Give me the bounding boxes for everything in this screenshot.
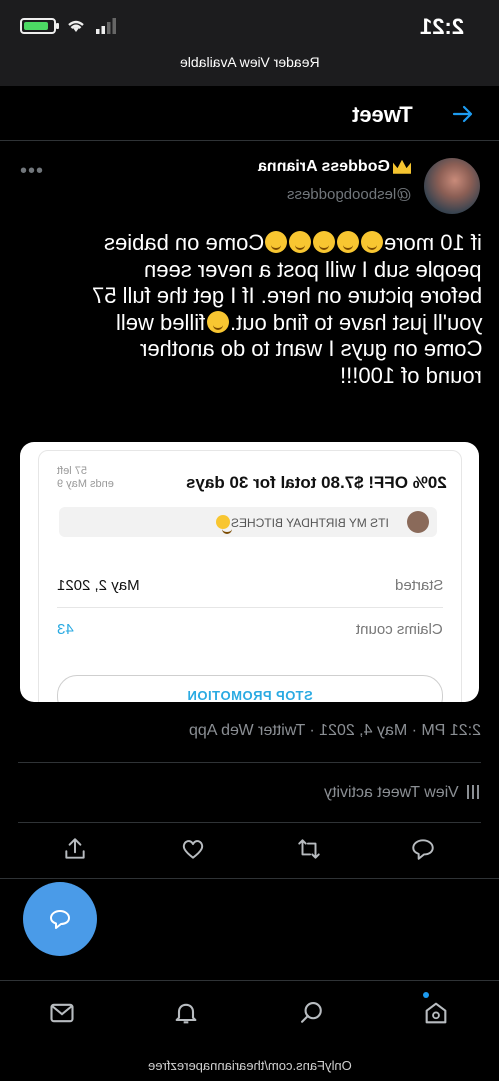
claims-label: Claims count: [356, 621, 443, 638]
share-icon[interactable]: [62, 836, 88, 862]
signal-icon: [96, 18, 116, 34]
avatar[interactable]: [424, 158, 480, 214]
arrow-right-icon[interactable]: [451, 102, 475, 126]
compose-reply-icon: [50, 910, 70, 929]
divider: [0, 878, 499, 879]
status-bar: 2:21: [0, 0, 499, 50]
offer-title-text: 20% OFF! $7.80 total for 30 days: [186, 473, 447, 492]
smiling-face-with-hearts-emoji-icon: [216, 515, 233, 534]
tweet-header: Tweet: [0, 86, 499, 141]
mail-icon[interactable]: [48, 999, 76, 1027]
offer-title: 20% OFF! $7.80 total for 30 days: [186, 473, 447, 493]
author-handle-row[interactable]: @lesboobgoddess: [287, 186, 411, 203]
partying-face-emoji-icon: [361, 231, 384, 253]
tweet-line: before picture on here. If I get the ful…: [16, 283, 482, 310]
tweet-line-text: if 10 more: [384, 230, 482, 255]
tweet-line: Come on babies if 10 more: [16, 230, 482, 257]
watermark-url-text: OnlyFans.com/theariannaperezfree: [147, 1058, 352, 1073]
tweet-line-text: Come on babies: [103, 230, 265, 255]
attached-image-card[interactable]: 57 left ends May 9 20% OFF! $7.80 total …: [20, 442, 479, 702]
promotion-message: ITS MY BIRTHDAY BITCHES: [59, 507, 437, 537]
claims-row: Claims count 43: [57, 607, 443, 651]
author-handle: @lesboobgoddess: [286, 186, 411, 203]
more-dots-icon[interactable]: •••: [20, 160, 44, 183]
promotion-avatar: [407, 511, 429, 533]
tweet-line: round of 100!!!: [16, 363, 482, 390]
offer-meta: 57 left ends May 9: [57, 465, 114, 491]
promotion-message-line: ITS MY BIRTHDAY BITCHES: [215, 515, 389, 534]
tweet-line-text: filled well: [116, 309, 206, 335]
view-tweet-activity-link[interactable]: View Tweet activity: [324, 784, 481, 802]
tweet-line-text: Come on guys I want to do another: [139, 336, 482, 361]
tweet-line-text: people sub I will post a never seen: [144, 256, 482, 282]
offer-end-date: ends May 9: [57, 478, 114, 490]
search-icon[interactable]: [298, 999, 326, 1027]
bell-icon[interactable]: [172, 999, 200, 1027]
tweet-line: Come on guys I want to do another: [16, 336, 482, 363]
view-tweet-activity-label: View Tweet activity: [324, 784, 459, 801]
tweet-line: people sub I will post a never seen: [16, 257, 482, 284]
page-title: Tweet: [352, 102, 413, 127]
crown-emoji-icon: [393, 159, 411, 174]
offer-left-count: 57 left: [57, 465, 87, 477]
heart-icon[interactable]: [180, 836, 206, 862]
tweet-line-text: round of 100!!!: [340, 362, 482, 388]
status-icons: [20, 18, 118, 34]
divider: [18, 762, 481, 763]
promotion-message-text: ITS MY BIRTHDAY BITCHES: [231, 516, 389, 530]
smiling-face-emoji-icon: [206, 310, 229, 333]
notification-dot: [423, 992, 429, 998]
status-time: 2:21: [420, 14, 465, 39]
reply-icon[interactable]: [410, 836, 436, 862]
divider: [18, 822, 481, 823]
claims-value: 43: [57, 621, 74, 638]
retweet-icon[interactable]: [296, 836, 322, 862]
promotion-panel: 57 left ends May 9 20% OFF! $7.80 total …: [38, 450, 462, 702]
author-name: Goddess Arianna: [258, 158, 390, 175]
started-label: Started: [394, 577, 443, 594]
smiling-face-with-hearts-emoji-icon: [313, 231, 336, 253]
author-name-row[interactable]: Goddess Arianna: [258, 158, 411, 176]
stop-promotion-label: STOP PROMOTION: [187, 688, 313, 702]
compose-reply-button[interactable]: [23, 882, 97, 956]
bar-chart-icon: [467, 785, 481, 799]
watermark-url: OnlyFans.com/theariannaperezfree: [0, 1058, 499, 1073]
smiling-face-with-hearts-emoji-icon: [337, 231, 360, 253]
home-icon[interactable]: [422, 999, 450, 1027]
tweet-line: filled well you'll just have to find out.: [16, 310, 482, 337]
stop-promotion-button[interactable]: STOP PROMOTION: [57, 675, 443, 702]
smiling-face-with-hearts-emoji-icon: [289, 231, 312, 253]
tweet-timestamp: 2:21 PM · May 4, 2021 · Twitter Web App: [189, 722, 481, 740]
tweet-body: Come on babies if 10 more people sub I wi…: [16, 230, 482, 389]
tweet-line-text: before picture on here. If I get the ful…: [91, 283, 482, 308]
tweet-actions: [0, 836, 499, 876]
tweet-timestamp-text: 2:21 PM · May 4, 2021 · Twitter Web App: [189, 722, 481, 739]
reader-view-text: Reader View Available: [179, 54, 320, 70]
started-value: May 2, 2021: [57, 577, 140, 594]
wifi-icon: [68, 20, 84, 32]
tweet-line-text: you'll just have to find out.: [229, 309, 482, 335]
battery-icon: [20, 18, 59, 34]
tweet-author: ••• Goddess Arianna @lesboobgoddess: [0, 150, 499, 220]
started-row: Started May 2, 2021: [57, 563, 443, 608]
reader-view-banner[interactable]: Reader View Available: [0, 50, 499, 86]
smiling-face-with-hearts-emoji-icon: [265, 231, 288, 253]
